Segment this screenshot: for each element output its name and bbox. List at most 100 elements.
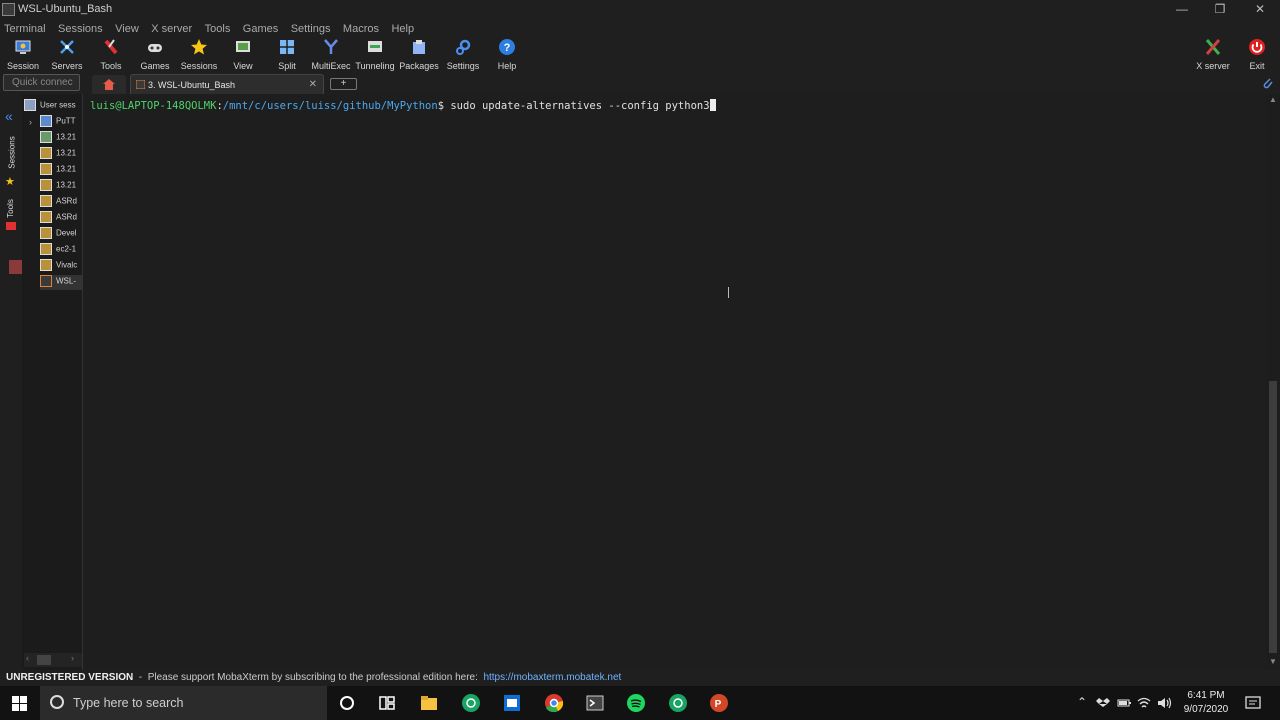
menu-tools[interactable]: Tools [201,21,235,35]
session-key-icon [40,195,52,207]
menu-terminal[interactable]: Terminal [0,21,50,35]
sidebar-item-putty[interactable]: PuTT [40,115,83,130]
powerpoint-icon[interactable]: P [710,694,728,712]
sidebar-item-session[interactable]: 13.21 [40,179,83,194]
taskbar-search-input[interactable]: Type here to search [40,686,327,720]
help-icon: ? [499,39,515,55]
tab-close-icon[interactable]: ✕ [309,79,317,90]
sessions-button[interactable]: Sessions [177,36,221,72]
task-view-icon[interactable] [378,694,396,712]
wifi-icon[interactable] [1137,696,1151,710]
settings-button[interactable]: Settings [441,36,485,72]
tools-vertical-tab[interactable]: Tools [4,194,18,224]
scroll-up-icon[interactable]: ▲ [1269,95,1277,104]
sidebar-item-user-sessions[interactable]: User sess [24,99,83,114]
session-key-icon [40,211,52,223]
scroll-left-icon[interactable]: ‹ [26,653,29,663]
chatgpt-icon[interactable] [669,694,687,712]
tab-wsl-ubuntu-bash[interactable]: 3. WSL-Ubuntu_Bash ✕ [130,74,324,94]
cortana-icon[interactable] [338,694,356,712]
notification-icon[interactable] [1245,695,1261,711]
view-icon [236,41,250,52]
packages-icon [413,40,425,54]
home-icon [103,79,115,90]
maximize-icon[interactable]: ❐ [1200,0,1240,19]
left-side-strip: « Sessions ★ Tools [0,94,23,670]
menu-settings[interactable]: Settings [287,21,335,35]
sessions-sidebar: User sess › PuTT 13.21 13.21 13.21 13.21… [22,94,83,670]
session-key-icon [40,147,52,159]
sidebar-item-session[interactable]: ASRd [40,195,83,210]
sidebar-horizontal-scrollbar[interactable]: ‹ › [24,653,82,667]
chevron-up-icon[interactable]: ⌃ [1077,695,1087,709]
sidebar-item-session[interactable]: ec2-1 [40,243,83,258]
new-tab-button[interactable]: + [330,78,357,90]
view-button[interactable]: View [221,36,265,72]
sidebar-item-session[interactable]: 13.21 [40,147,83,162]
dropbox-icon[interactable] [1096,696,1110,710]
menu-help[interactable]: Help [387,21,418,35]
close-icon[interactable]: ✕ [1240,0,1280,19]
spotify-icon[interactable] [627,694,645,712]
sessions-vertical-tab[interactable]: Sessions [4,134,18,174]
title-bar: WSL-Ubuntu_Bash — ❐ ✕ [0,0,1280,19]
battery-icon[interactable] [1117,697,1131,709]
multiexec-button[interactable]: MultiExec [309,36,353,72]
session-key-icon [40,163,52,175]
terminal-vertical-scrollbar[interactable]: ▲ ▼ [1266,94,1280,670]
exit-button[interactable]: Exit [1235,36,1279,72]
tools-button[interactable]: Tools [89,36,133,72]
sidebar-item-session[interactable]: 13.21 [40,131,83,146]
taskbar-clock[interactable]: 6:41 PM 9/07/2020 [1180,689,1232,717]
menu-sessions[interactable]: Sessions [54,21,107,35]
file-explorer-icon[interactable] [420,694,438,712]
session-key-icon [40,227,52,239]
menu-view[interactable]: View [111,21,143,35]
mobaxterm-icon[interactable] [586,694,604,712]
minimize-icon[interactable]: — [1162,0,1202,19]
toolbar: Session Servers Tools Games Sessions Vie… [0,36,1280,72]
windows-start-icon[interactable] [12,696,27,711]
volume-icon[interactable] [1157,696,1173,710]
chevron-right-icon[interactable]: › [29,117,32,127]
mobaxterm-link[interactable]: https://mobaxterm.mobatek.net [483,672,621,683]
scroll-down-icon[interactable]: ▼ [1269,657,1277,666]
collapse-sidebar-icon[interactable]: « [5,108,13,124]
windows-taskbar: Type here to search P ⌃ 6:41 PM 9/07/202… [0,686,1280,720]
session-button[interactable]: Session [1,36,45,72]
terminal-area[interactable]: luis@LAPTOP-148QOLMK:/mnt/c/users/luiss/… [84,94,1266,670]
sidebar-item-session[interactable]: ASRd [40,211,83,226]
scrollbar-thumb[interactable] [37,655,51,665]
tunneling-button[interactable]: Tunneling [353,36,397,72]
split-icon [280,40,294,54]
status-bar: UNREGISTERED VERSION - Please support Mo… [0,670,1280,686]
attach-icon[interactable] [1262,77,1274,89]
menu-games[interactable]: Games [239,21,282,35]
help-button[interactable]: ? Help [485,36,529,72]
menu-x-server[interactable]: X server [147,21,196,35]
scroll-right-icon[interactable]: › [71,653,74,663]
star-icon [191,39,207,55]
servers-button[interactable]: Servers [45,36,89,72]
user-sessions-icon [24,99,36,111]
scrollbar-thumb[interactable] [1269,381,1277,653]
menu-macros[interactable]: Macros [339,21,383,35]
macro-icon[interactable] [9,260,23,274]
chrome-icon[interactable] [545,694,563,712]
mail-icon[interactable] [503,694,521,712]
typed-command: sudo update-alternatives --config python… [450,100,710,112]
sidebar-item-session[interactable]: Devel [40,227,83,242]
packages-button[interactable]: Packages [397,36,441,72]
games-button[interactable]: Games [133,36,177,72]
x-server-button[interactable]: X server [1191,36,1235,72]
tab-bar: Quick connec 3. WSL-Ubuntu_Bash ✕ + [0,72,1280,94]
chatgpt-icon[interactable] [462,694,480,712]
home-tab[interactable] [92,75,126,94]
prompt-user-host: luis@LAPTOP-148QOLMK [90,100,217,112]
wsl-tab-icon [136,80,145,89]
sidebar-item-session[interactable]: Vivalc [40,259,83,274]
quick-connect-input[interactable]: Quick connec [3,74,80,91]
sidebar-item-wsl[interactable]: WSL- [40,275,83,290]
split-button[interactable]: Split [265,36,309,72]
sidebar-item-session[interactable]: 13.21 [40,163,83,178]
